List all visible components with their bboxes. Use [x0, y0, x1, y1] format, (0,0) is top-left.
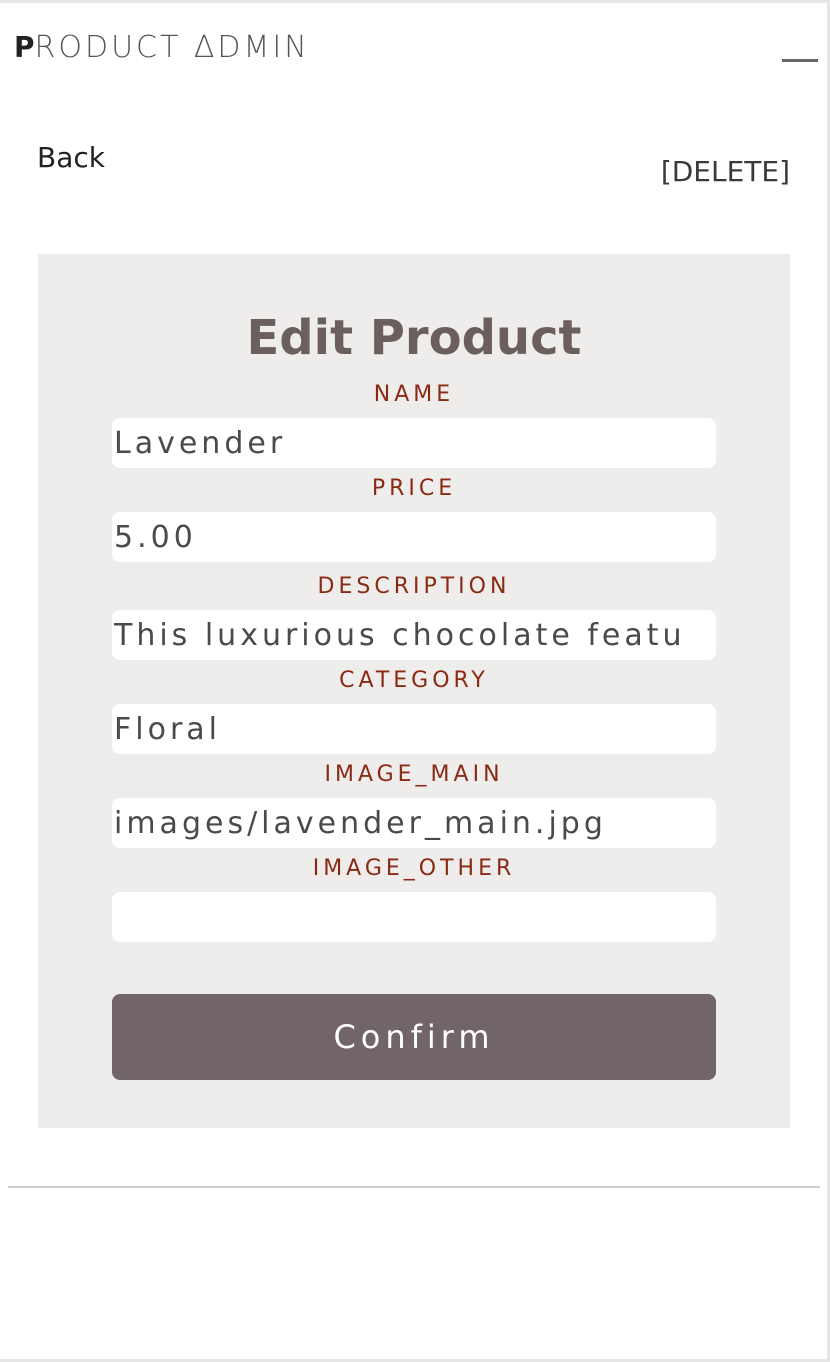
menu-bar [782, 59, 818, 62]
description-input[interactable] [112, 610, 716, 660]
image-main-label: IMAGE_MAIN [324, 762, 504, 787]
brand-first-letter: P [14, 30, 35, 65]
brand-text: RODUCT ∆DMIN [34, 29, 310, 66]
footer-divider [8, 1186, 820, 1188]
image-main-input[interactable] [112, 798, 716, 848]
category-input[interactable] [112, 704, 716, 754]
menu-icon[interactable] [782, 52, 818, 68]
page-title: Edit Product [246, 310, 582, 366]
delete-link[interactable]: [DELETE] [661, 155, 790, 188]
price-input[interactable] [112, 512, 716, 562]
brand-logo[interactable]: PRODUCT ∆DMIN [14, 30, 310, 66]
description-label: DESCRIPTION [317, 574, 511, 599]
back-link[interactable]: Back [37, 141, 105, 174]
image-other-input[interactable] [112, 892, 716, 942]
image-other-label: IMAGE_OTHER [312, 856, 516, 881]
name-label: NAME [373, 382, 455, 407]
price-label: PRICE [371, 476, 457, 501]
name-input[interactable] [112, 418, 716, 468]
confirm-button[interactable]: Confirm [112, 994, 716, 1080]
edit-product-card: Edit Product NAME PRICE DESCRIPTION CATE… [38, 254, 790, 1128]
category-label: CATEGORY [339, 668, 489, 693]
